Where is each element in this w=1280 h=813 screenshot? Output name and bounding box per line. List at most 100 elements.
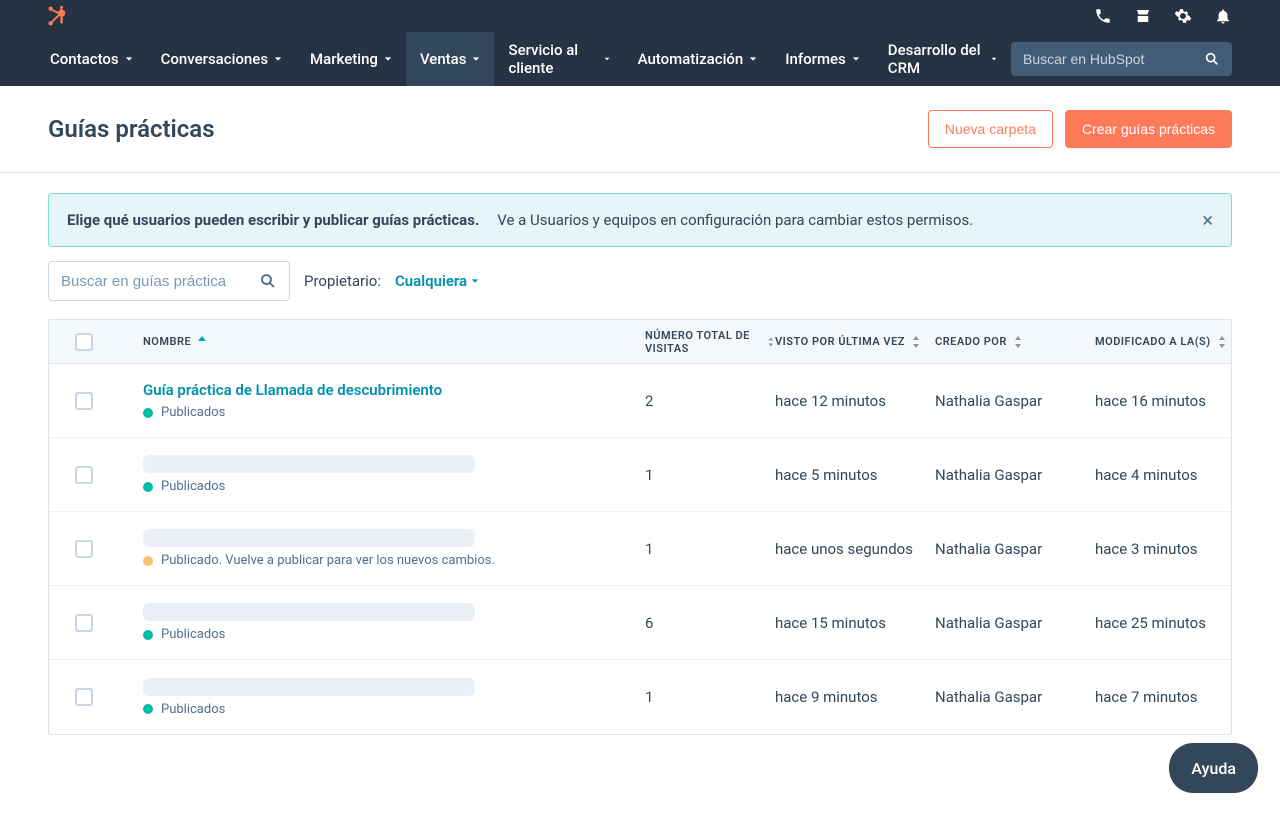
playbook-search-input[interactable] (61, 273, 259, 290)
owner-filter-value: Cualquiera (395, 272, 467, 290)
chevron-down-icon (749, 55, 757, 63)
status-dot-icon (143, 408, 153, 418)
playbook-name-link[interactable]: Guía práctica de Llamada de descubrimien… (143, 381, 625, 399)
nav-item-label: Automatización (638, 50, 744, 68)
table-row: Publicados 1hace 5 minutosNathalia Gaspar… (49, 438, 1231, 512)
row-checkbox[interactable] (75, 540, 93, 558)
column-header-creator[interactable]: CREADO POR (935, 335, 1095, 348)
creator-cell: Nathalia Gaspar (935, 466, 1095, 484)
global-search-input[interactable] (1023, 51, 1204, 67)
page-header: Guías prácticas Nueva carpeta Crear guía… (0, 86, 1280, 173)
last-seen-cell: hace unos segundos (775, 540, 935, 558)
status-badge: Publicados (143, 405, 625, 420)
status-badge: Publicados (143, 702, 625, 717)
creator-cell: Nathalia Gaspar (935, 540, 1095, 558)
new-folder-button[interactable]: Nueva carpeta (928, 110, 1053, 148)
nav-item[interactable]: Desarrollo del CRM (874, 23, 1011, 95)
nav-item[interactable]: Ventas (406, 32, 495, 86)
status-text: Publicado. Vuelve a publicar para ver lo… (161, 553, 495, 568)
chevron-down-icon (274, 55, 282, 63)
nav-item[interactable]: Servicio al cliente (494, 23, 623, 95)
status-text: Publicados (161, 627, 225, 642)
visits-cell: 2 (645, 392, 775, 410)
sort-icon (911, 336, 921, 348)
chevron-down-icon (471, 277, 479, 285)
nav-item-label: Ventas (420, 50, 467, 68)
status-badge: Publicado. Vuelve a publicar para ver lo… (143, 553, 625, 568)
global-search[interactable] (1011, 42, 1232, 76)
nav-item[interactable]: Automatización (624, 32, 772, 86)
close-icon[interactable]: × (1202, 210, 1213, 230)
last-seen-cell: hace 5 minutos (775, 466, 935, 484)
nav-item[interactable]: Contactos (36, 32, 147, 86)
playbook-name-placeholder (143, 603, 475, 621)
gear-icon[interactable] (1174, 7, 1192, 25)
chevron-down-icon (125, 55, 133, 63)
row-checkbox[interactable] (75, 466, 93, 484)
top-nav: Contactos Conversaciones Marketing Ventas Se… (0, 0, 1280, 86)
status-text: Publicados (161, 479, 225, 494)
search-icon (259, 272, 277, 290)
table-row: Publicados1hace 9 minutosNathalia Gaspar… (49, 660, 1231, 734)
status-text: Publicados (161, 405, 225, 420)
row-checkbox[interactable] (75, 392, 93, 410)
create-playbook-button[interactable]: Crear guías prácticas (1065, 110, 1232, 148)
nav-item-label: Informes (785, 50, 846, 68)
nav-item-label: Conversaciones (161, 50, 268, 68)
column-header-last-seen[interactable]: VISTO POR ÚLTIMA VEZ (775, 335, 935, 348)
last-seen-cell: hace 15 minutos (775, 614, 935, 632)
main-nav: Contactos Conversaciones Marketing Ventas Se… (0, 32, 1280, 86)
filter-row: Propietario: Cualquiera (48, 261, 1232, 301)
calling-icon[interactable] (1094, 7, 1112, 25)
modified-cell: hace 3 minutos (1095, 540, 1231, 558)
modified-cell: hace 4 minutos (1095, 466, 1231, 484)
playbook-name-placeholder (143, 455, 475, 473)
sort-icon (1217, 336, 1227, 348)
status-dot-icon (143, 630, 153, 640)
marketplace-icon[interactable] (1134, 7, 1152, 25)
status-text: Publicados (161, 702, 225, 717)
help-button[interactable]: Ayuda (1169, 743, 1258, 793)
last-seen-cell: hace 9 minutos (775, 688, 935, 706)
nav-item[interactable]: Informes (771, 32, 874, 86)
sort-asc-icon (197, 336, 207, 348)
nav-item-label: Desarrollo del CRM (888, 41, 985, 77)
nav-item-label: Servicio al cliente (508, 41, 597, 77)
last-seen-cell: hace 12 minutos (775, 392, 935, 410)
table-row: Guía práctica de Llamada de descubrimien… (49, 364, 1231, 438)
row-checkbox[interactable] (75, 688, 93, 706)
status-dot-icon (143, 704, 153, 714)
row-checkbox[interactable] (75, 614, 93, 632)
creator-cell: Nathalia Gaspar (935, 614, 1095, 632)
hubspot-logo[interactable] (46, 4, 68, 28)
nav-item[interactable]: Marketing (296, 32, 406, 86)
playbook-name-placeholder (143, 529, 475, 547)
visits-cell: 1 (645, 688, 775, 706)
column-header-visits[interactable]: NÚMERO TOTAL DE VISITAS (645, 329, 775, 355)
playbook-name-placeholder (143, 678, 475, 696)
owner-filter[interactable]: Cualquiera (395, 272, 479, 290)
status-badge: Publicados (143, 479, 625, 494)
search-icon (1204, 51, 1220, 67)
select-all-checkbox[interactable] (75, 333, 93, 351)
nav-item-label: Contactos (50, 50, 119, 68)
table-row: Publicados6hace 15 minutosNathalia Gaspa… (49, 586, 1231, 660)
nav-item[interactable]: Conversaciones (147, 32, 296, 86)
status-badge: Publicados (143, 627, 625, 642)
visits-cell: 1 (645, 540, 775, 558)
table-header: NOMBRE NÚMERO TOTAL DE VISITAS VISTO POR… (49, 320, 1231, 364)
chevron-down-icon (604, 55, 610, 63)
modified-cell: hace 7 minutos (1095, 688, 1231, 706)
page-title: Guías prácticas (48, 115, 215, 143)
table-row: Publicado. Vuelve a publicar para ver lo… (49, 512, 1231, 586)
column-header-modified[interactable]: MODIFICADO A LA(S) (1095, 335, 1231, 348)
column-header-name[interactable]: NOMBRE (119, 335, 645, 348)
visits-cell: 1 (645, 466, 775, 484)
modified-cell: hace 25 minutos (1095, 614, 1231, 632)
bell-icon[interactable] (1214, 7, 1232, 25)
banner-title: Elige qué usuarios pueden escribir y pub… (67, 211, 479, 229)
playbook-search[interactable] (48, 261, 290, 301)
sort-icon (1013, 336, 1023, 348)
nav-item-label: Marketing (310, 50, 378, 68)
playbooks-table: NOMBRE NÚMERO TOTAL DE VISITAS VISTO POR… (48, 319, 1232, 735)
